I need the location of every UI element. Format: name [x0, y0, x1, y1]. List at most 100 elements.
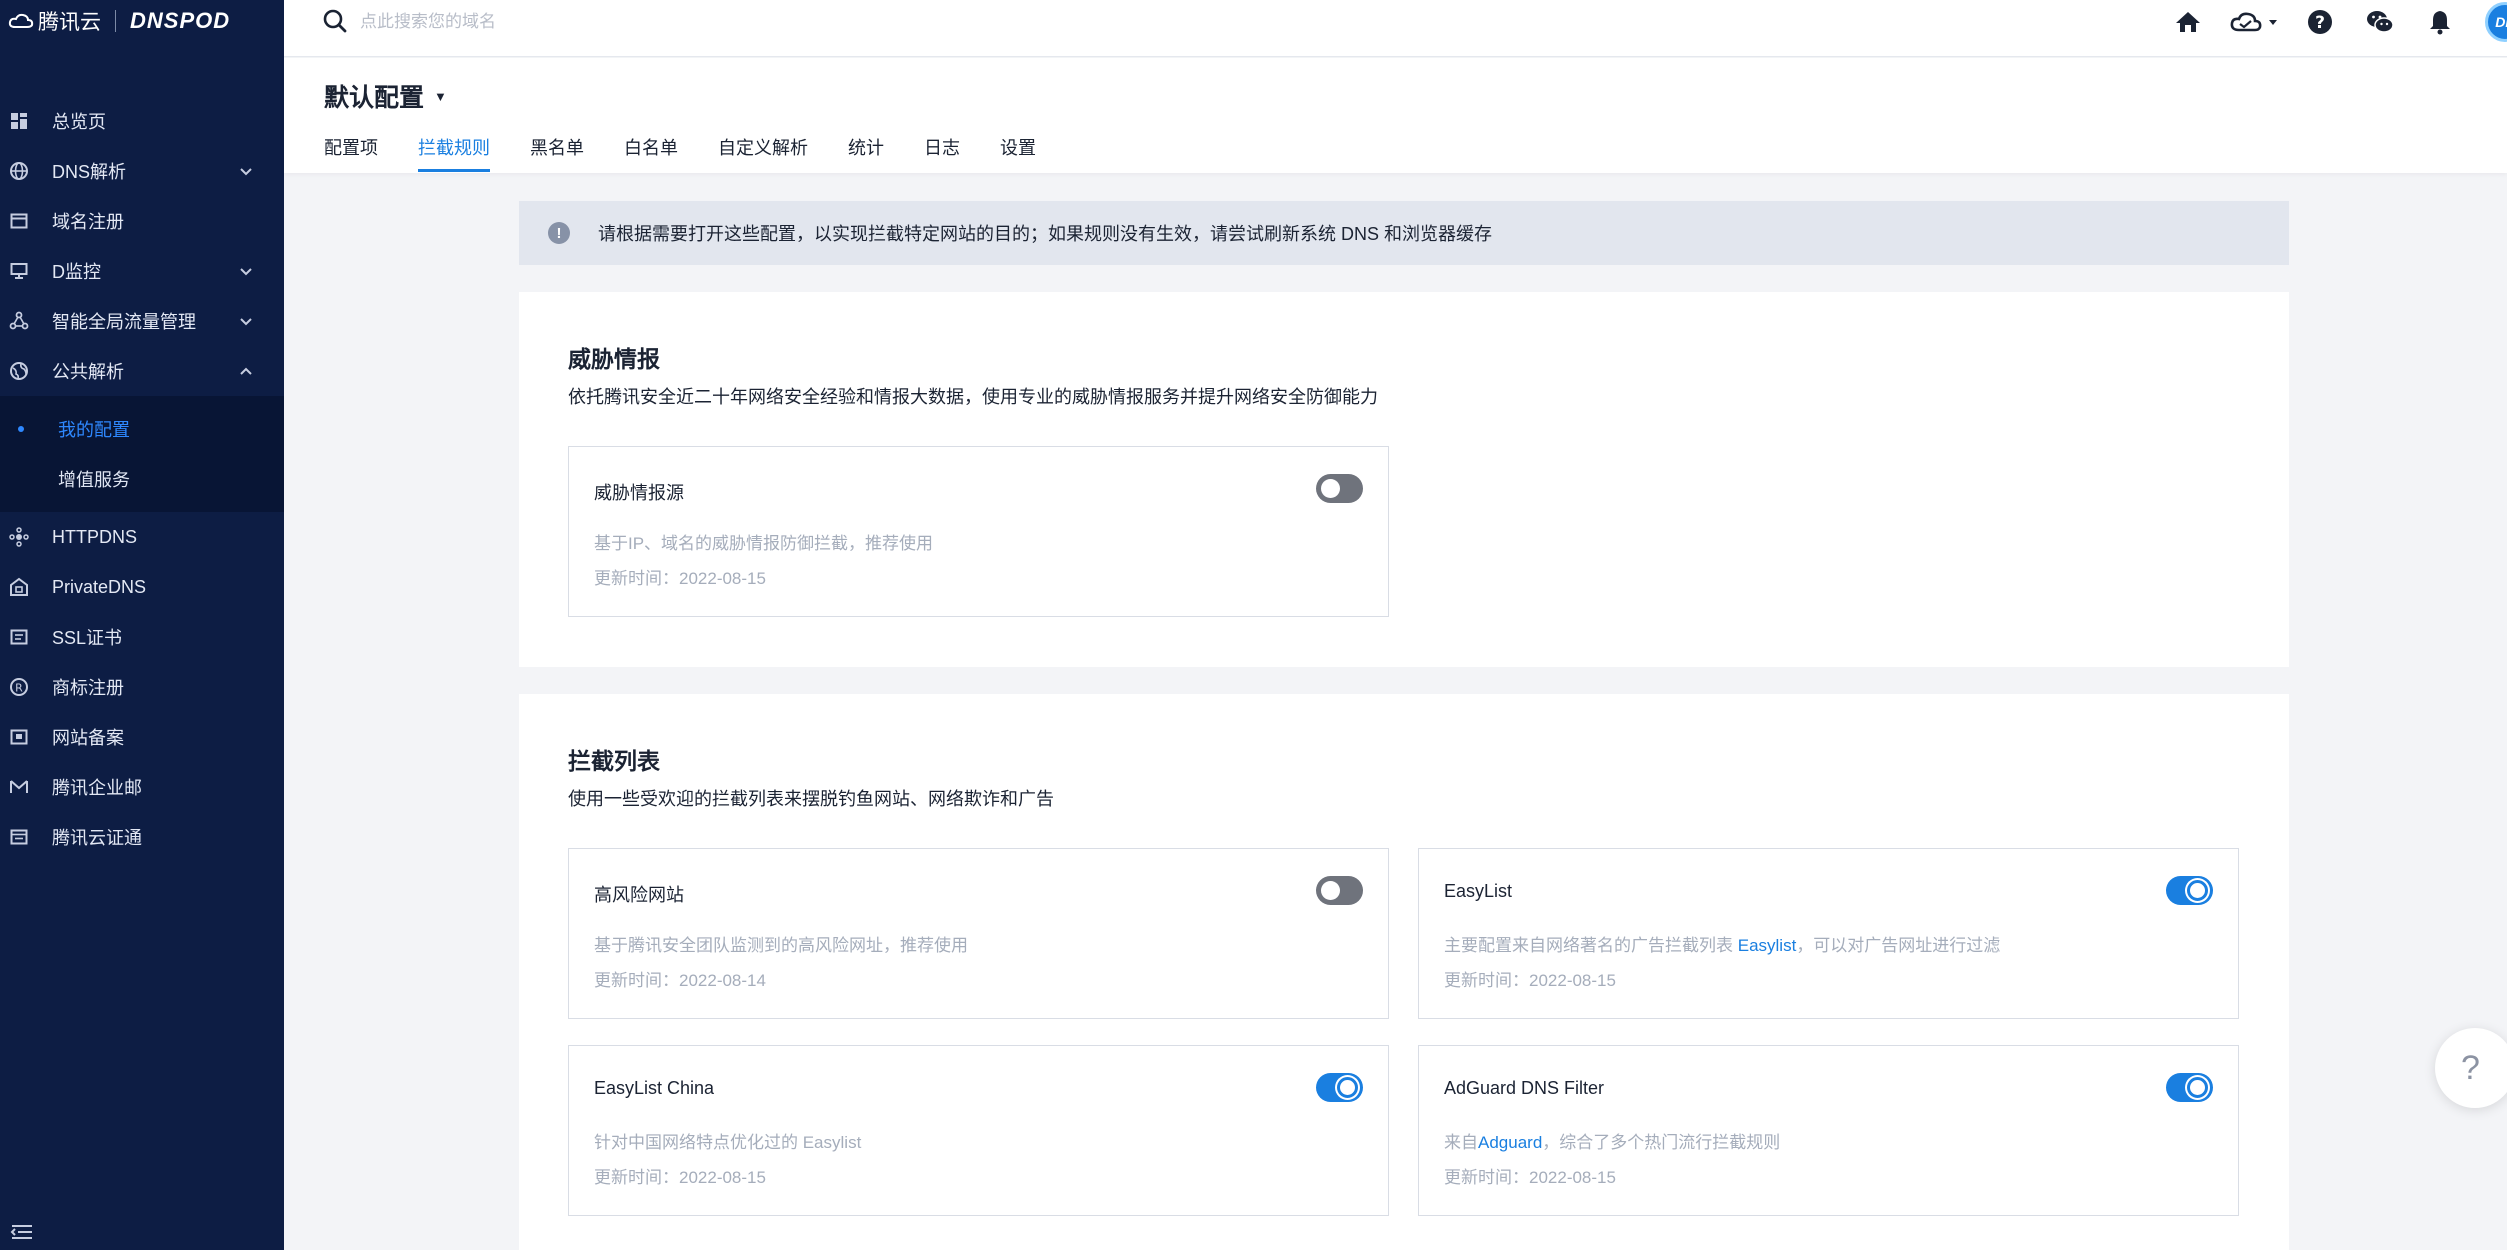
panel-title: 拦截列表: [568, 748, 660, 774]
domain-icon: [8, 210, 30, 232]
sidebar-item-label: HTTPDNS: [52, 526, 137, 547]
notice-text: 请根据需要打开这些配置，以实现拦截特定网站的目的；如果规则没有生效，请尝试刷新系…: [598, 224, 1493, 244]
sidebar-item-public-dns[interactable]: 公共解析: [0, 346, 284, 396]
httpdns-icon: [8, 526, 30, 548]
tab-custom-resolution[interactable]: 自定义解析: [718, 134, 808, 172]
sidebar-item-website-filing[interactable]: 网站备案: [0, 712, 284, 762]
search-icon[interactable]: [322, 8, 348, 34]
adguard-link[interactable]: Adguard: [1478, 1133, 1542, 1152]
help-icon[interactable]: ?: [2305, 7, 2335, 37]
sidebar-item-label: 腾讯企业邮: [52, 778, 142, 798]
card-update-time: 更新时间：2022-08-15: [594, 569, 766, 588]
ssl-icon: [8, 626, 30, 648]
sidebar-item-label: 网站备案: [52, 728, 124, 748]
tencent-cloud-logo-icon: [8, 13, 34, 28]
sidebar-subitem-value-added[interactable]: 增值服务: [0, 454, 284, 504]
info-icon: !: [548, 222, 570, 244]
tab-block-rules[interactable]: 拦截规则: [418, 134, 490, 172]
search-input[interactable]: [360, 8, 780, 36]
config-selector[interactable]: 默认配置 ▼: [324, 78, 447, 114]
sidebar-item-label: 腾讯云证通: [52, 828, 142, 848]
sidebar-item-label: 智能全局流量管理: [52, 312, 196, 332]
filing-icon: [8, 726, 30, 748]
card-description: 基于腾讯安全团队监测到的高风险网址，推荐使用: [594, 936, 968, 955]
sidebar-item-ssl[interactable]: SSL证书: [0, 612, 284, 662]
card-description: 来自Adguard，综合了多个热门流行拦截规则: [1444, 1128, 1780, 1153]
globe-icon: [8, 160, 30, 182]
tab-config-items[interactable]: 配置项: [324, 134, 378, 172]
sidebar-item-label: PrivateDNS: [52, 576, 147, 597]
tab-statistics[interactable]: 统计: [848, 134, 884, 172]
sidebar-nav: 总览页 DNS解析 域名注册 D监控 智能全局流量管理 公共解析 我的配置 增值…: [0, 96, 284, 862]
sidebar-item-trademark[interactable]: R 商标注册: [0, 662, 284, 712]
avatar[interactable]: DP: [2485, 2, 2507, 42]
tab-whitelist[interactable]: 白名单: [624, 134, 678, 172]
sidebar-item-label: D监控: [52, 262, 101, 282]
traffic-icon: [8, 310, 30, 332]
wechat-icon[interactable]: [2365, 7, 2395, 37]
card-update-time: 更新时间：2022-08-15: [594, 1168, 766, 1187]
brand-logo[interactable]: 腾讯云 DNSPOD: [0, 0, 284, 42]
tab-logs[interactable]: 日志: [924, 134, 960, 172]
sidebar-item-label: DNS解析: [52, 162, 127, 182]
panel-description: 使用一些受欢迎的拦截列表来摆脱钓鱼网站、网络欺诈和广告: [568, 789, 1054, 809]
sidebar-subitem-my-config[interactable]: 我的配置: [0, 404, 284, 454]
sidebar-item-d-monitor[interactable]: D监控: [0, 246, 284, 296]
public-dns-icon: [8, 360, 30, 382]
rule-card-high-risk: 高风险网站 基于腾讯安全团队监测到的高风险网址，推荐使用 更新时间：2022-0…: [568, 848, 1389, 1019]
cloud-menu-icon[interactable]: [2229, 7, 2285, 37]
monitor-icon: [8, 260, 30, 282]
card-description: 针对中国网络特点优化过的 Easylist: [594, 1133, 862, 1152]
toggle-switch[interactable]: [2166, 876, 2213, 905]
sidebar-item-private-dns[interactable]: PrivateDNS: [0, 562, 284, 612]
card-update-time: 更新时间：2022-08-15: [1444, 971, 1616, 990]
panel-title: 威胁情报: [568, 346, 660, 372]
sidebar-item-overview[interactable]: 总览页: [0, 96, 284, 146]
toggle-switch[interactable]: [2166, 1073, 2213, 1102]
sidebar-item-label: 总览页: [52, 112, 106, 132]
toggle-switch[interactable]: [1316, 876, 1363, 905]
svg-text:R: R: [15, 682, 23, 695]
toggle-switch[interactable]: [1316, 1073, 1363, 1102]
chevron-up-icon: [240, 367, 252, 375]
card-name: EasyList: [1444, 881, 1513, 901]
card-update-time: 更新时间：2022-08-15: [1444, 1168, 1616, 1187]
sidebar-item-label: 商标注册: [52, 678, 124, 698]
trademark-icon: R: [8, 676, 30, 698]
collapse-sidebar-icon[interactable]: [10, 1222, 34, 1242]
sidebar-item-traffic-management[interactable]: 智能全局流量管理: [0, 296, 284, 346]
card-description: 基于IP、域名的威胁情报防御拦截，推荐使用: [594, 534, 934, 553]
sidebar-item-label: 域名注册: [52, 212, 124, 232]
home-icon[interactable]: [2173, 7, 2203, 37]
card-description-text: 主要配置来自网络著名的广告拦截列表: [1444, 936, 1738, 955]
tab-settings[interactable]: 设置: [1000, 134, 1036, 172]
brand-product: DNSPOD: [130, 8, 231, 33]
sidebar-item-domain-registration[interactable]: 域名注册: [0, 196, 284, 246]
svg-text:?: ?: [2315, 13, 2325, 33]
caret-down-icon: ▼: [434, 88, 447, 104]
tab-blacklist[interactable]: 黑名单: [530, 134, 584, 172]
mail-icon: [8, 776, 30, 798]
tab-bar: 配置项 拦截规则 黑名单 白名单 自定义解析 统计 日志 设置: [324, 134, 1076, 172]
sidebar-item-dns[interactable]: DNS解析: [0, 146, 284, 196]
card-description: 主要配置来自网络著名的广告拦截列表 Easylist，可以对广告网址进行过滤: [1444, 931, 2000, 956]
private-dns-icon: [8, 576, 30, 598]
toggle-knob: [1321, 479, 1340, 498]
rule-card-threat-source: 威胁情报源 基于IP、域名的威胁情报防御拦截，推荐使用 更新时间：2022-08…: [568, 446, 1389, 617]
sidebar-item-cloud-certificate[interactable]: 腾讯云证通: [0, 812, 284, 862]
brand-separator: [115, 10, 116, 32]
sidebar-item-enterprise-mail[interactable]: 腾讯企业邮: [0, 762, 284, 812]
sidebar-item-httpdns[interactable]: HTTPDNS: [0, 512, 284, 562]
toggle-knob: [1337, 1077, 1358, 1098]
chevron-down-icon: [240, 268, 252, 276]
top-bar: ? DP: [284, 0, 2507, 57]
chevron-down-icon: [240, 168, 252, 176]
rule-card-adguard: AdGuard DNS Filter 来自Adguard，综合了多个热门流行拦截…: [1418, 1045, 2239, 1216]
brand-name: 腾讯云: [38, 11, 101, 34]
threat-intel-panel: 威胁情报 依托腾讯安全近二十年网络安全经验和情报大数据，使用专业的威胁情报服务并…: [519, 292, 2289, 667]
toggle-switch[interactable]: [1316, 474, 1363, 503]
bell-icon[interactable]: [2425, 7, 2455, 37]
page-header: 默认配置 ▼ 配置项 拦截规则 黑名单 白名单 自定义解析 统计 日志 设置: [284, 58, 2507, 173]
easylist-link[interactable]: Easylist: [1738, 936, 1797, 955]
floating-help-button[interactable]: ?: [2435, 1028, 2507, 1108]
